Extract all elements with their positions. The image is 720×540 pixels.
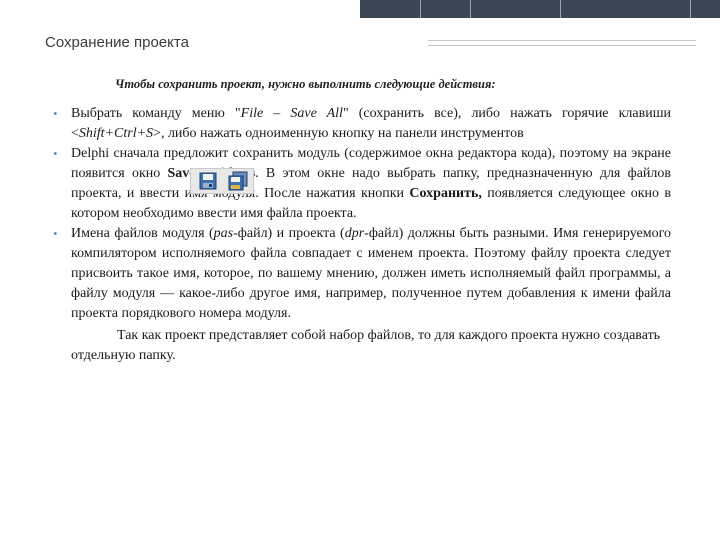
- slide-title: Сохранение проекта: [45, 34, 189, 51]
- top-decor-divider: [420, 0, 421, 18]
- bullet-icon: •: [53, 146, 58, 161]
- bullet-icon: •: [53, 106, 58, 121]
- title-rule: [428, 45, 696, 46]
- slide-subtitle: Чтобы сохранить проект, нужно выполнить …: [115, 77, 496, 91]
- list-item: • Delphi сначала предложит сохранить мод…: [53, 146, 671, 221]
- top-decor-dark-bar: [360, 0, 720, 18]
- top-decor-divider: [690, 0, 691, 18]
- top-decor-divider: [470, 0, 471, 18]
- list-item: • Выбрать команду меню "File – Save All"…: [53, 106, 671, 141]
- closing-paragraph: Так как проект представляет собой набор …: [71, 328, 661, 363]
- bullet-icon: •: [53, 226, 58, 241]
- list-item: • Имена файлов модуля (pas-файл) и проек…: [53, 226, 671, 321]
- save-icon[interactable]: [197, 171, 219, 191]
- top-decor-divider: [560, 0, 561, 18]
- slide-content: • Выбрать команду меню "File – Save All"…: [53, 104, 671, 366]
- save-all-icon[interactable]: [227, 171, 249, 191]
- title-rule: [428, 40, 696, 41]
- toolbar-snippet: [190, 168, 254, 194]
